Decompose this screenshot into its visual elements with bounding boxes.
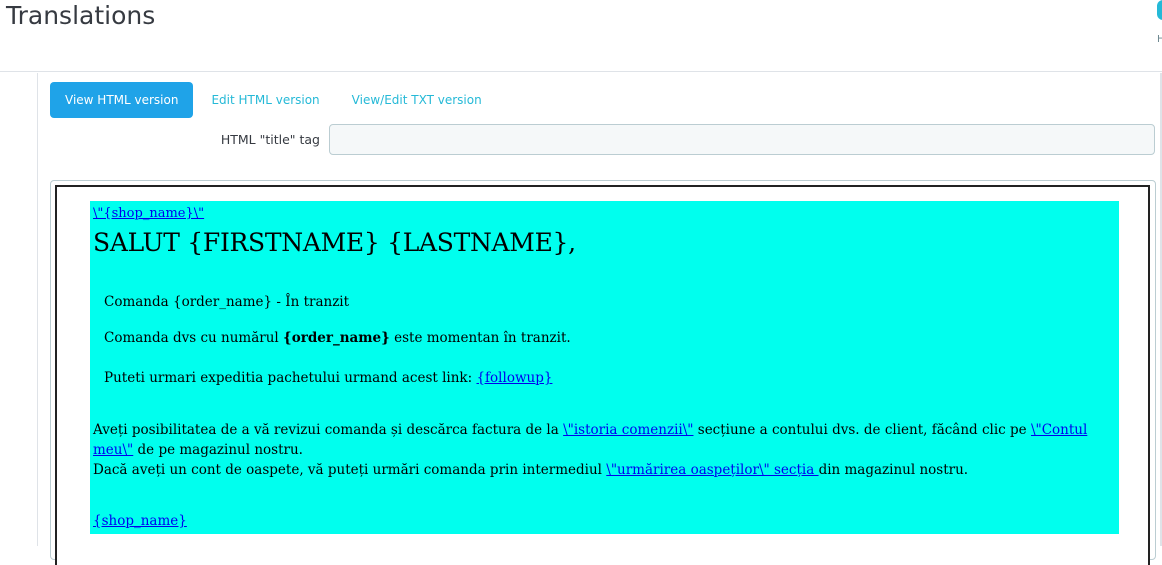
title-tag-label: HTML "title" tag <box>220 132 320 147</box>
version-tabs: View HTML version Edit HTML version View… <box>50 82 498 118</box>
guest-text-1: Dacă aveți un cont de oaspete, vă puteți… <box>93 462 607 478</box>
followup-link[interactable]: {followup} <box>476 370 552 386</box>
shop-name-link-bottom[interactable]: {shop_name} <box>93 513 187 529</box>
shop-name-link-top[interactable]: \"{shop_name}\" <box>93 206 204 221</box>
tab-view-edit-txt[interactable]: View/Edit TXT version <box>336 82 498 118</box>
order-status-line: Comanda {order_name} - În tranzit <box>104 294 350 310</box>
review-text-2: secțiune a contului dvs. de client, făcâ… <box>693 422 1031 438</box>
followup-prefix: Puteti urmari expeditia pachetului urman… <box>104 370 477 386</box>
order-history-link[interactable]: \"istoria comenzii\" <box>563 422 693 438</box>
review-text-1: Aveți posibilitatea de a vă revizui coma… <box>93 422 564 438</box>
tab-edit-html[interactable]: Edit HTML version <box>195 82 335 118</box>
followup-line: Puteti urmari expeditia pachetului urman… <box>104 370 552 386</box>
guest-text-2: din magazinul nostru. <box>818 462 969 478</box>
email-body: \"{shop_name}\" SALUT {FIRSTNAME} {LASTN… <box>90 201 1119 534</box>
help-icon[interactable] <box>1157 0 1162 20</box>
order-transit-line: Comanda dvs cu numărul {order_name} este… <box>104 330 571 346</box>
html-preview-document: \"{shop_name}\" SALUT {FIRSTNAME} {LASTN… <box>55 185 1150 565</box>
panel-left-border <box>37 73 38 546</box>
review-text-3: de pe magazinul nostru. <box>133 442 303 458</box>
order-name-bold: {order_name} <box>283 330 390 346</box>
html-preview-frame[interactable]: \"{shop_name}\" SALUT {FIRSTNAME} {LASTN… <box>50 180 1156 565</box>
page-header: Translations H <box>0 0 1162 72</box>
order-line-prefix: Comanda dvs cu numărul <box>104 330 284 346</box>
order-line-suffix: este momentan în tranzit. <box>389 330 571 346</box>
email-greeting: SALUT {FIRSTNAME} {LASTNAME}, <box>93 228 576 257</box>
guest-tracking-link[interactable]: \"urmărirea oaspeților\" secția <box>606 462 818 478</box>
title-tag-row: HTML "title" tag <box>50 124 1156 155</box>
help-label[interactable]: H <box>1157 34 1162 45</box>
tab-view-html[interactable]: View HTML version <box>50 82 194 118</box>
title-tag-input[interactable] <box>329 124 1155 155</box>
page-title: Translations <box>6 1 156 30</box>
order-review-paragraph: Aveți posibilitatea de a vă revizui coma… <box>93 420 1111 480</box>
